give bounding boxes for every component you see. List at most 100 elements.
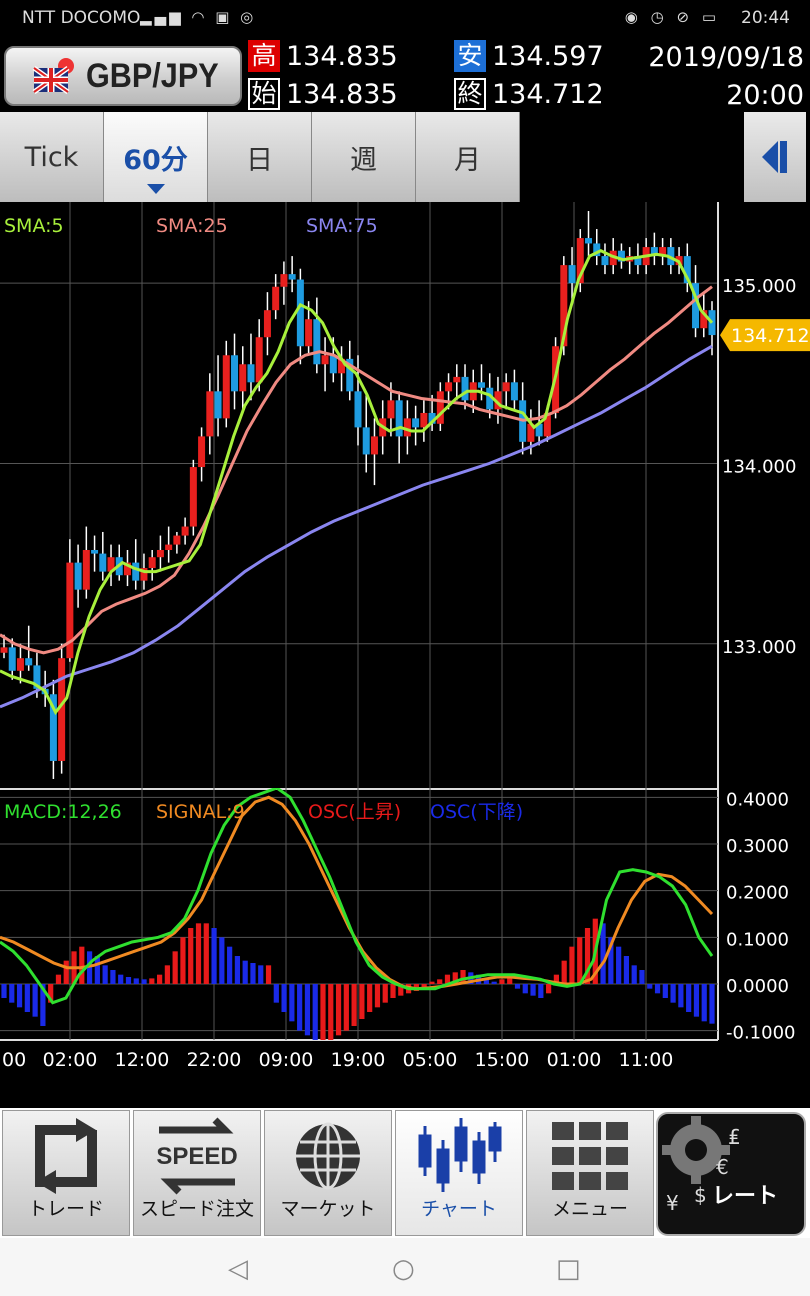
candle-body: [436, 391, 444, 424]
tab-60min[interactable]: 60分: [104, 112, 208, 202]
osc-bar: [312, 984, 318, 1040]
svg-text:₤: ₤: [728, 1125, 741, 1149]
osc-bar: [600, 923, 606, 984]
osc-bar: [125, 977, 132, 984]
quote-date: 2019/09/18: [648, 42, 804, 73]
speed-icon-text: SPEED: [156, 1143, 237, 1170]
globe-icon: [296, 1122, 360, 1190]
caret-down-icon: [146, 184, 165, 194]
open-value: 134.835: [286, 78, 398, 110]
nav-menu[interactable]: メニュー: [526, 1110, 654, 1236]
x-tick-label: 02:00: [43, 1049, 98, 1071]
nav-trade[interactable]: トレード: [2, 1110, 130, 1236]
osc-bar: [320, 984, 326, 1040]
candle-body: [206, 391, 214, 437]
tab-day[interactable]: 日: [208, 112, 312, 202]
osc-bar: [491, 981, 497, 984]
high-value: 134.835: [286, 40, 398, 72]
uk-flag-icon: [32, 58, 74, 94]
candle-body: [16, 658, 24, 671]
osc-bar: [118, 974, 124, 984]
low-value: 134.597: [492, 40, 604, 72]
y-tick-label: 0.4000: [726, 789, 789, 810]
candle-body: [165, 544, 173, 550]
macd-chart[interactable]: 0.4000 0.3000 0.2000 0.1000 0.0000 -0.1000 MAC…: [0, 788, 810, 1108]
osc-bar: [522, 984, 528, 994]
legend-label: SMA:5: [4, 215, 64, 237]
back-icon[interactable]: ◁: [228, 1254, 248, 1284]
osc-bar: [63, 960, 69, 984]
candle-body: [354, 391, 362, 428]
price-chart[interactable]: 135.000 134.000 133.000 SMA:5 SMA:25 SMA:75 13…: [0, 202, 810, 788]
x-tick-label: 09:00: [259, 1049, 314, 1071]
candle-body: [585, 238, 593, 244]
speed-icon: SPEED: [156, 1117, 238, 1195]
x-tick-label: 00: [2, 1049, 26, 1071]
candle-body: [173, 535, 181, 545]
legend-label: OSC(上昇): [308, 801, 401, 823]
candle-body: [461, 376, 469, 401]
svg-text:¥: ¥: [666, 1191, 679, 1215]
osc-bar: [569, 946, 575, 984]
osc-bar: [157, 974, 163, 984]
y-tick-label: -0.1000: [726, 1023, 795, 1044]
osc-bar: [32, 984, 38, 1017]
timeframe-tabs: Tick 60分 日 週 月: [0, 112, 520, 202]
osc-bar: [538, 984, 544, 998]
osc-bar: [351, 984, 357, 1026]
osc-bar: [297, 984, 303, 1031]
candle-body: [272, 286, 280, 311]
candle-body: [453, 376, 461, 383]
osc-bar: [514, 984, 521, 989]
candle-body: [395, 400, 403, 437]
osc-bar: [561, 960, 567, 984]
candle-body: [156, 549, 164, 558]
osc-bar: [258, 965, 264, 984]
y-tick-label: 0.2000: [726, 883, 789, 904]
osc-bar: [195, 923, 202, 984]
currency-pair-button[interactable]: GBP/JPY: [4, 46, 242, 106]
sma25-line: [0, 285, 713, 655]
nav-market[interactable]: マーケット: [264, 1110, 392, 1236]
candle-body: [231, 355, 239, 392]
candle-body: [132, 562, 140, 581]
tab-tick[interactable]: Tick: [0, 112, 104, 202]
osc-bar: [382, 984, 388, 1003]
low-label: 安: [454, 40, 486, 72]
osc-bar: [265, 965, 272, 984]
nav-label: マーケット: [280, 1198, 376, 1220]
nav-chart[interactable]: チャート: [395, 1110, 523, 1236]
candle-body: [321, 355, 329, 365]
osc-bar: [234, 956, 241, 984]
osc-bar: [678, 984, 684, 1008]
candle-body: [239, 364, 247, 392]
svg-text:€: €: [716, 1155, 729, 1179]
osc-bar: [219, 937, 225, 984]
current-price-label: 134.712: [731, 325, 810, 347]
nav-speed-order[interactable]: SPEED スピード注文: [133, 1110, 261, 1236]
candle-body: [189, 467, 197, 527]
rate-button[interactable]: ₤ € $ ¥ レート: [656, 1112, 806, 1236]
osc-bar: [654, 984, 661, 994]
candle-body: [247, 364, 255, 383]
tab-label: 60分: [123, 144, 188, 176]
recents-icon[interactable]: □: [556, 1254, 581, 1284]
tab-month[interactable]: 月: [416, 112, 520, 202]
tab-week[interactable]: 週: [312, 112, 416, 202]
status-clock: 20:44: [741, 8, 790, 28]
candle-body: [387, 400, 395, 419]
candle-body: [91, 549, 99, 554]
candle-body: [214, 391, 222, 419]
home-icon[interactable]: ○: [392, 1254, 415, 1284]
candle-body: [370, 436, 378, 455]
rate-label: レート: [711, 1184, 778, 1209]
legend-label: SIGNAL:9: [156, 801, 245, 823]
osc-bar: [639, 970, 645, 984]
osc-bar: [203, 923, 209, 984]
osc-bar: [701, 984, 707, 1022]
signal-wifi-icon: ▂▄▆ ◠ ▣ ◎: [140, 8, 257, 26]
osc-bar: [577, 937, 583, 984]
collapse-panel-button[interactable]: [744, 112, 806, 202]
osc-bar: [437, 979, 443, 984]
osc-bar: [227, 946, 233, 984]
